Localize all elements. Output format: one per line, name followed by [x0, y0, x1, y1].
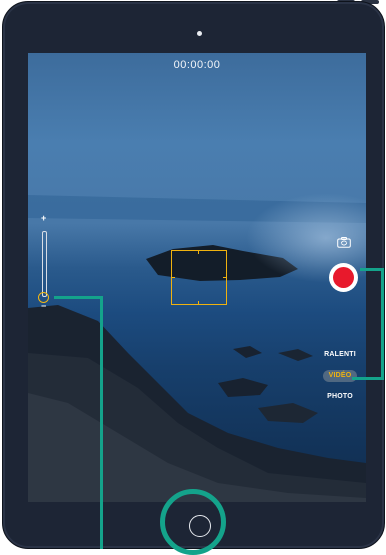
record-icon — [333, 267, 354, 288]
focus-box[interactable] — [171, 250, 227, 305]
mode-photo[interactable]: PHOTO — [318, 391, 362, 403]
zoom-slider-track[interactable] — [42, 231, 47, 297]
mode-callout-line-horizontal — [352, 377, 384, 380]
record-callout-line-vertical — [381, 268, 384, 380]
mode-ralenti[interactable]: RALENTI — [318, 349, 362, 361]
focus-tick-left — [172, 277, 175, 278]
home-button-callout-ring — [160, 489, 226, 555]
camera-viewfinder[interactable]: 00:00:00 + − RALENTI VIDÉO PHOTO — [28, 53, 366, 502]
capture-mode-list: RALENTI VIDÉO PHOTO — [318, 349, 362, 414]
zoom-callout-line-vertical — [100, 296, 103, 549]
mode-video[interactable]: VIDÉO — [323, 370, 357, 382]
tablet-device: 00:00:00 + − RALENTI VIDÉO PHOTO — [2, 1, 385, 549]
zoom-callout-line-horizontal — [54, 296, 103, 299]
record-button[interactable] — [329, 263, 358, 292]
focus-tick-right — [223, 277, 226, 278]
switch-camera-icon[interactable] — [337, 237, 351, 248]
front-camera-dot — [197, 31, 202, 36]
zoom-out-label: − — [41, 301, 47, 311]
focus-tick-bottom — [198, 301, 199, 304]
recording-timer: 00:00:00 — [173, 59, 221, 71]
zoom-in-label: + — [41, 213, 47, 223]
focus-tick-top — [198, 251, 199, 254]
